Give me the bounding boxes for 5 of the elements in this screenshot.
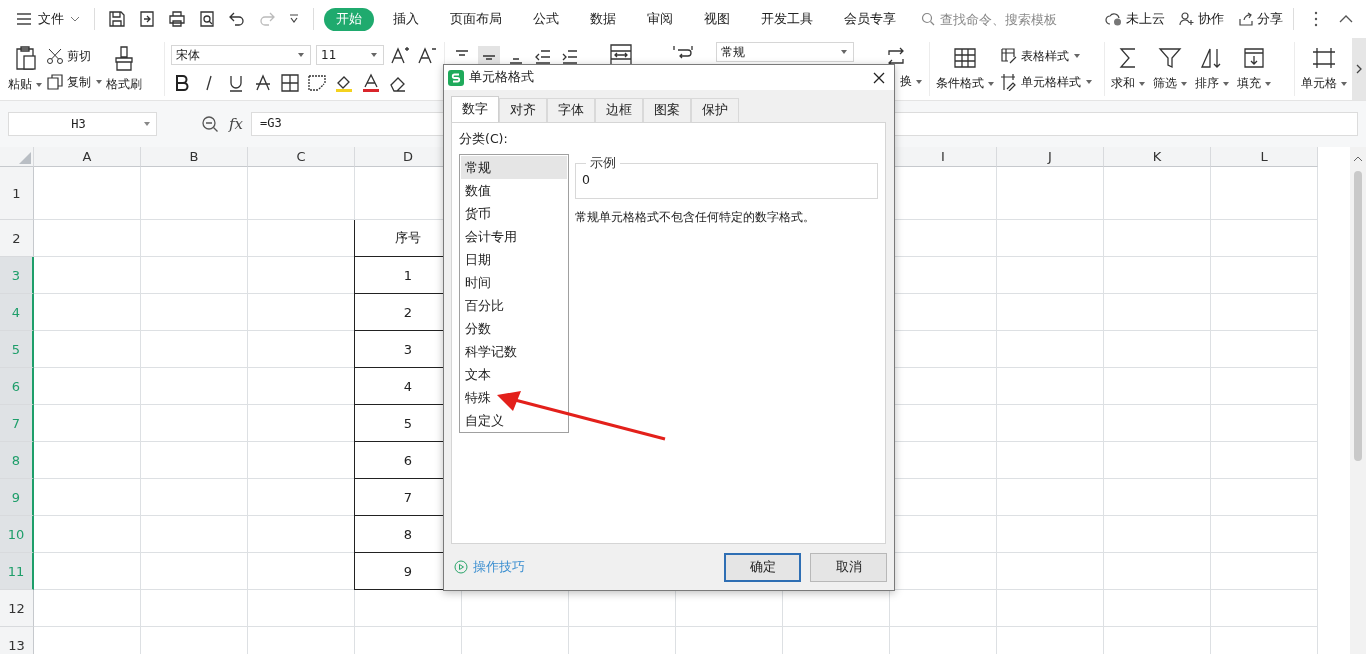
category-label: 分类(C): <box>459 131 509 148</box>
sample-value: 0 <box>582 172 590 187</box>
sample-label: 示例 <box>589 155 617 172</box>
dialog-title: 单元格格式 <box>469 69 535 86</box>
format-description: 常规单元格格式不包含任何特定的数字格式。 <box>575 209 816 226</box>
